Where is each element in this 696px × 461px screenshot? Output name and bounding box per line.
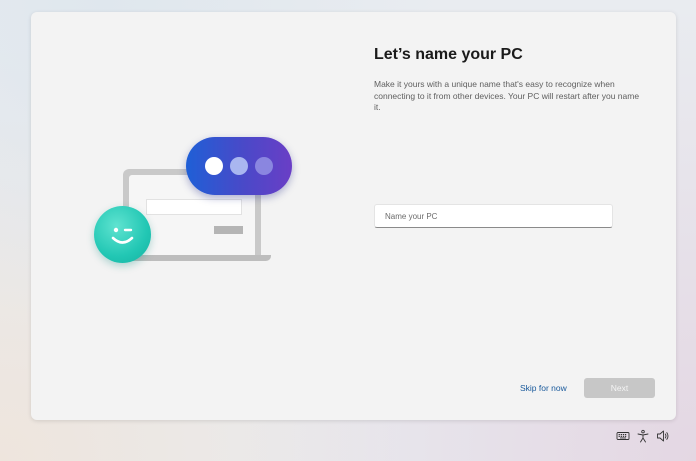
next-button[interactable]: Next: [584, 378, 655, 398]
pc-name-input[interactable]: [374, 204, 613, 228]
chat-bubble-icon: [186, 137, 292, 195]
page-description: Make it yours with a unique name that's …: [374, 79, 640, 112]
pc-name-illustration: [91, 137, 301, 267]
accessibility-icon[interactable]: [636, 429, 650, 443]
oobe-window: Let’s name your PC Make it yours with a …: [31, 12, 676, 420]
winking-face-icon: [94, 206, 151, 263]
volume-icon[interactable]: [656, 429, 670, 443]
system-tray: [616, 429, 670, 443]
skip-for-now-link[interactable]: Skip for now: [520, 383, 567, 393]
laptop-button-graphic: [214, 226, 243, 234]
page-title: Let’s name your PC: [374, 46, 523, 63]
keyboard-icon[interactable]: [616, 429, 630, 443]
laptop-input-graphic: [147, 200, 241, 214]
